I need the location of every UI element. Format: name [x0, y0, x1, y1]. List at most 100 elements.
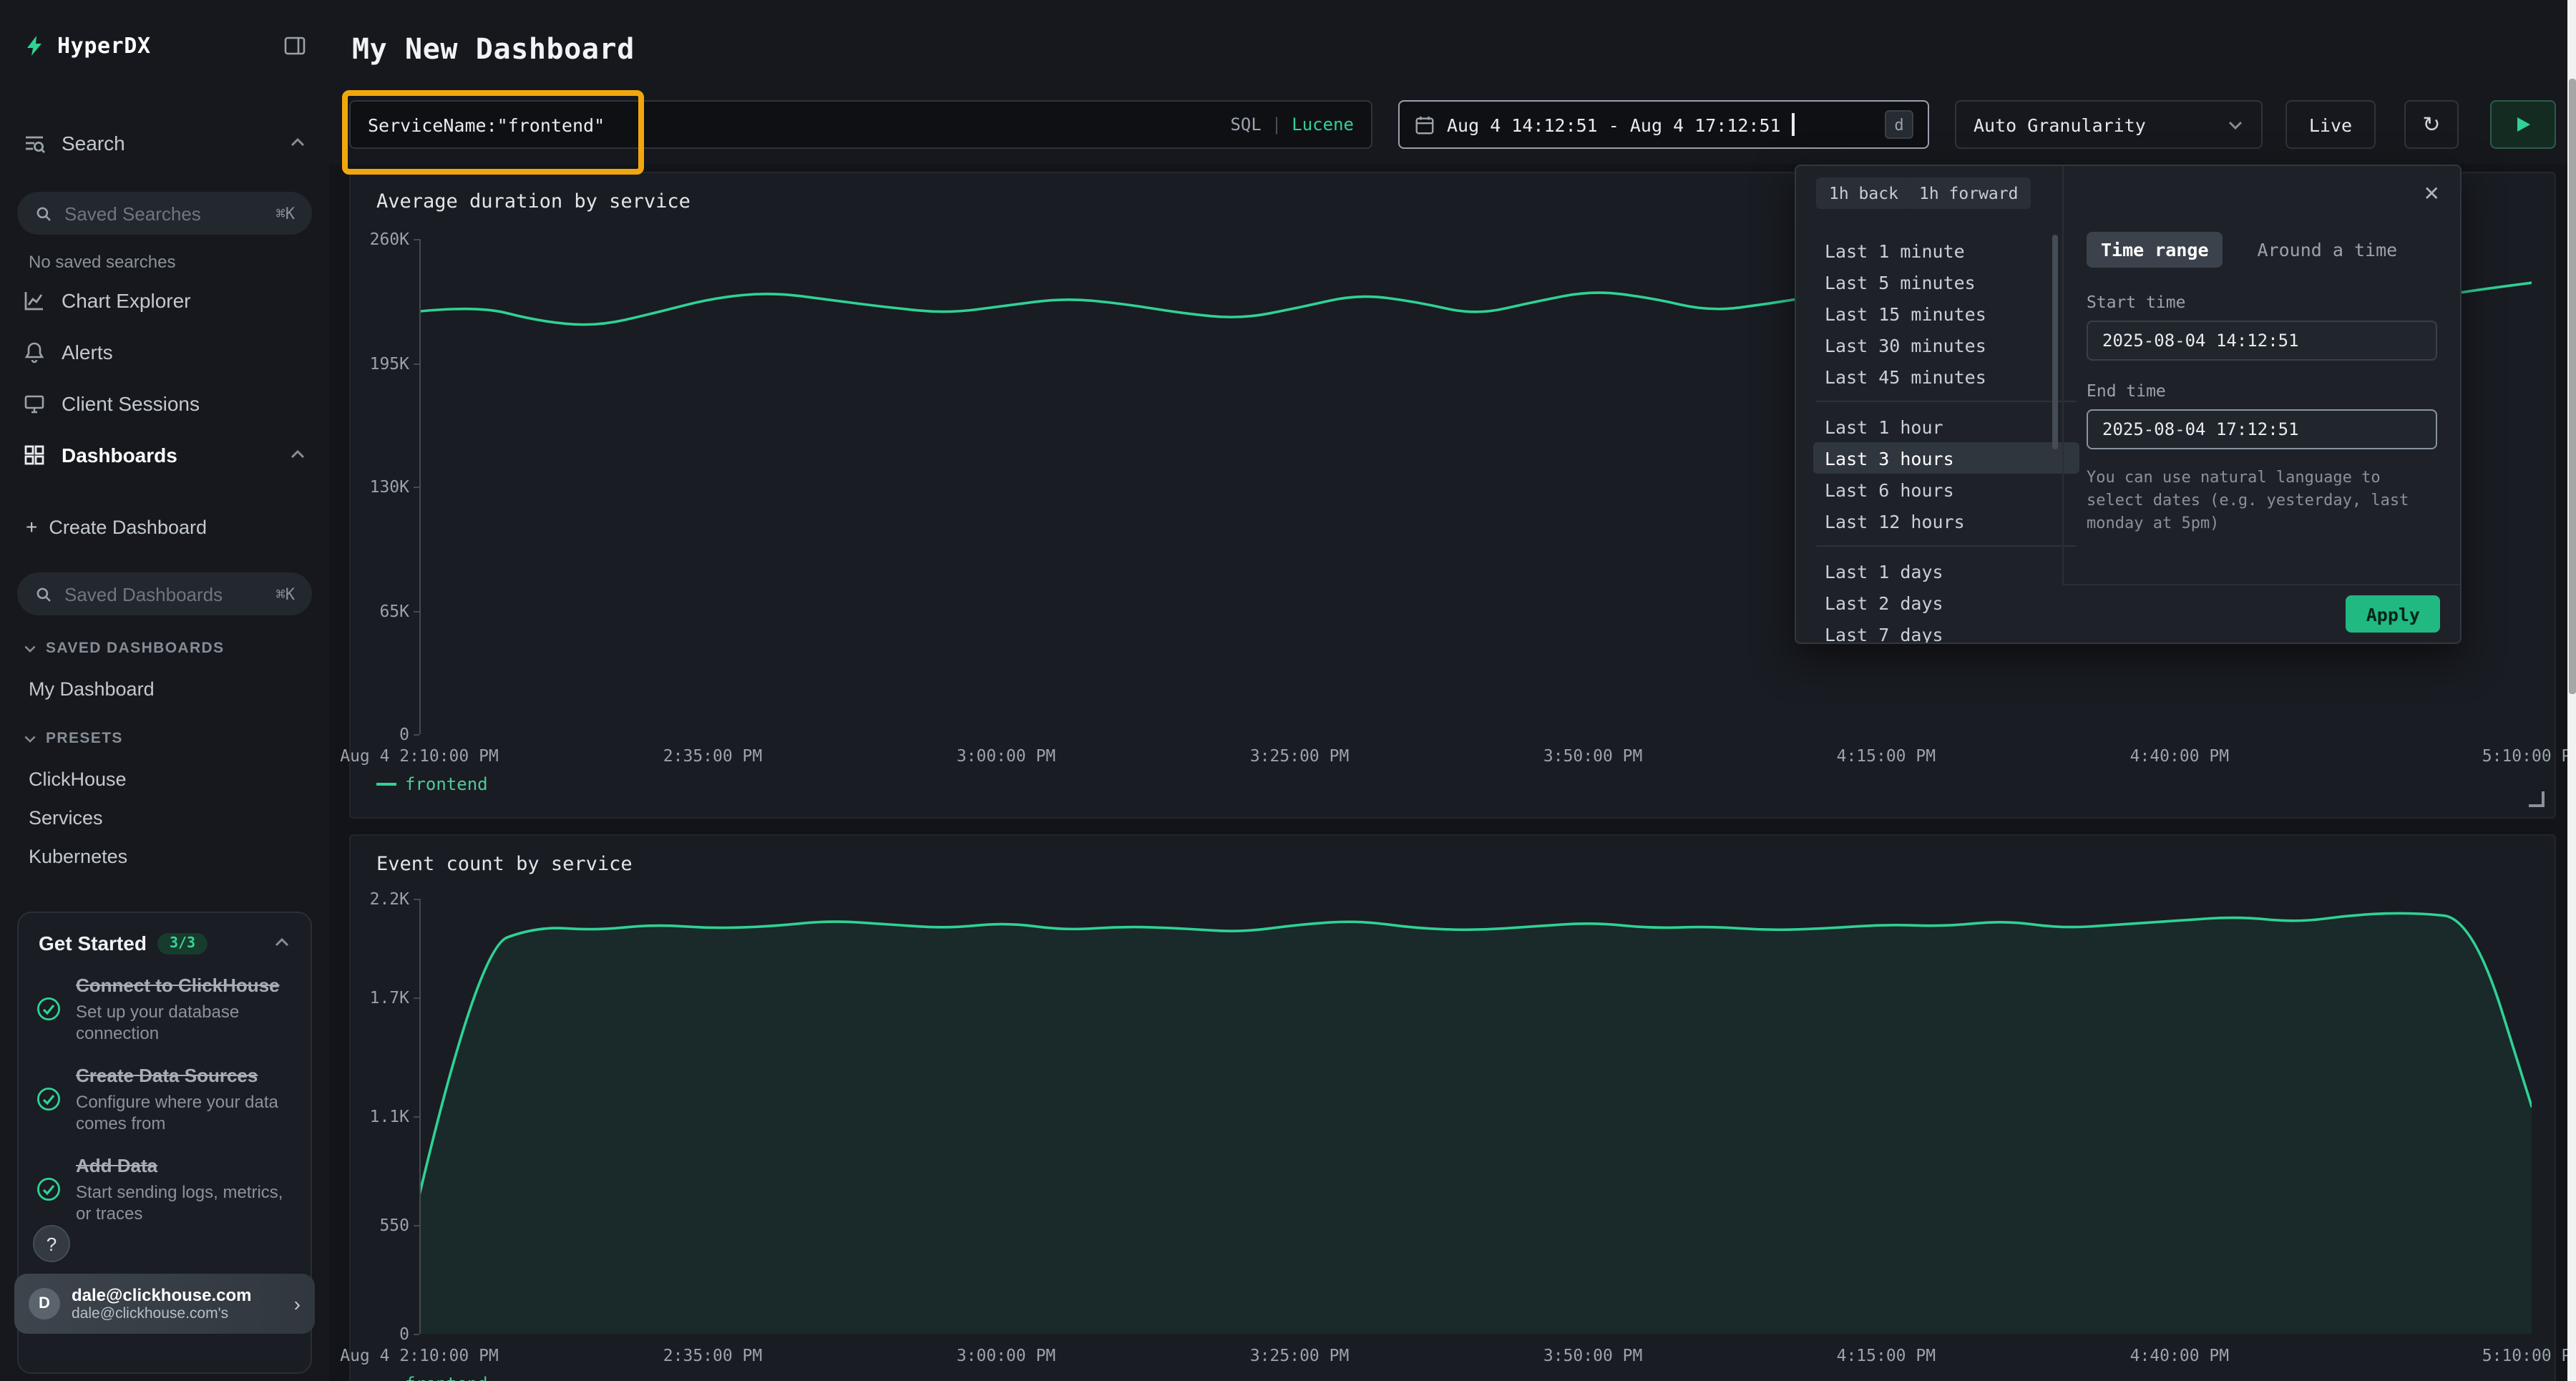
x-tick-label: 3:25:00 PM: [1250, 1345, 1350, 1365]
task-title: Add Data: [76, 1155, 293, 1179]
plus-icon: +: [26, 515, 37, 538]
get-started-progress-badge: 3/3: [158, 932, 207, 954]
chevron-down-icon: [23, 731, 37, 746]
create-dashboard-button[interactable]: + Create Dashboard: [0, 504, 329, 550]
time-range-option[interactable]: Last 30 minutes: [1813, 329, 2079, 361]
scrollbar-thumb[interactable]: [2568, 79, 2575, 694]
check-circle-icon: [36, 997, 62, 1023]
x-tick-label: 3:25:00 PM: [1250, 746, 1350, 766]
start-time-label: Start time: [2087, 292, 2437, 312]
time-range-option[interactable]: Last 7 days: [1813, 618, 2079, 643]
time-range-option[interactable]: Last 5 minutes: [1813, 266, 2079, 298]
get-started-header[interactable]: Get Started 3/3: [19, 913, 311, 963]
end-time-field[interactable]: [2087, 409, 2437, 449]
time-picker-detail-panel: Time range Around a time Start time End …: [2062, 166, 2460, 585]
sidebar-item-chart-explorer[interactable]: Chart Explorer: [0, 275, 329, 326]
time-range-option[interactable]: Last 1 days: [1813, 555, 2079, 587]
task-description: Start sending logs, metrics, or traces: [76, 1181, 293, 1224]
saved-dashboards-section-header[interactable]: SAVED DASHBOARDS: [0, 635, 329, 661]
apply-button[interactable]: Apply: [2346, 595, 2440, 633]
run-query-button[interactable]: [2490, 100, 2556, 149]
sidebar-item-dashboards[interactable]: Dashboards: [0, 429, 329, 481]
sidebar-item-services[interactable]: Services: [0, 799, 329, 837]
shift-1h-back-button[interactable]: 1h back: [1816, 177, 1911, 209]
chart-legend-item[interactable]: frontend: [376, 1374, 488, 1381]
sidebar-item-alerts[interactable]: Alerts: [0, 326, 329, 378]
y-tick-label: 2.2K: [351, 889, 409, 909]
start-time-field[interactable]: [2087, 321, 2437, 361]
time-range-option[interactable]: Last 3 hours: [1813, 442, 2079, 474]
task-title: Connect to ClickHouse: [76, 975, 293, 999]
section-header-label: PRESETS: [46, 730, 123, 747]
chart-panel-event-count: Event count by service frontend 05501.1K…: [349, 834, 2556, 1381]
time-range-list: Last 1 minuteLast 5 minutesLast 15 minut…: [1796, 223, 2097, 643]
x-tick-label: 3:50:00 PM: [1543, 746, 1643, 766]
time-range-option[interactable]: Last 45 minutes: [1813, 361, 2079, 392]
y-tick-label: 0: [351, 1324, 409, 1344]
panel-resize-handle[interactable]: [2529, 791, 2545, 807]
brand-name[interactable]: HyperDX: [57, 33, 272, 59]
get-started-item-add-data[interactable]: Add Data Start sending logs, metrics, or…: [19, 1143, 311, 1234]
page-scrollbar[interactable]: [2567, 0, 2576, 1381]
sidebar-item-clickhouse[interactable]: ClickHouse: [0, 760, 329, 799]
sidebar-item-label: Dashboards: [62, 444, 273, 467]
user-account-menu[interactable]: D dale@clickhouse.com dale@clickhouse.co…: [14, 1274, 315, 1334]
granularity-select[interactable]: Auto Granularity: [1955, 100, 2263, 149]
y-tick-label: 550: [351, 1215, 409, 1235]
end-time-label: End time: [2087, 381, 2437, 401]
saved-searches-input[interactable]: Saved Searches ⌘K: [17, 192, 312, 235]
time-range-option[interactable]: Last 2 days: [1813, 587, 2079, 618]
time-range-option[interactable]: Last 15 minutes: [1813, 298, 2079, 329]
live-button[interactable]: Live: [2285, 100, 2376, 149]
sidebar-item-kubernetes[interactable]: Kubernetes: [0, 837, 329, 876]
chart-title: Average duration by service: [376, 190, 691, 213]
y-tick-mark: [414, 899, 419, 900]
tab-time-range[interactable]: Time range: [2087, 231, 2223, 267]
y-tick-label: 130K: [351, 477, 409, 497]
y-tick-mark: [414, 239, 419, 240]
time-range-option[interactable]: Last 1 hour: [1813, 411, 2079, 442]
x-tick-label: 4:40:00 PM: [2130, 746, 2230, 766]
time-range-input[interactable]: Aug 4 14:12:51 - Aug 4 17:12:51 d: [1398, 100, 1929, 149]
get-started-item-sources[interactable]: Create Data Sources Configure where your…: [19, 1053, 311, 1143]
chevron-down-icon: [2227, 116, 2244, 133]
sql-mode-toggle[interactable]: SQL: [1230, 114, 1261, 135]
x-tick-label: 2:35:00 PM: [663, 746, 763, 766]
presets-section-header[interactable]: PRESETS: [0, 726, 329, 751]
y-tick-mark: [414, 1116, 419, 1118]
time-range-list-scrollbar[interactable]: [2052, 235, 2058, 449]
sidebar-item-search[interactable]: Search: [0, 117, 329, 169]
sidebar-item-label: Search: [62, 132, 273, 155]
hyperdx-logo-icon[interactable]: [23, 34, 46, 57]
collapse-sidebar-icon[interactable]: [283, 34, 306, 57]
lucene-mode-toggle[interactable]: Lucene: [1292, 114, 1354, 135]
time-range-option[interactable]: Last 12 hours: [1813, 505, 2079, 537]
time-range-option[interactable]: Last 1 minute: [1813, 235, 2079, 266]
chevron-up-icon: [289, 446, 306, 464]
get-started-item-connect[interactable]: Connect to ClickHouse Set up your databa…: [19, 963, 311, 1053]
sidebar-item-my-dashboard[interactable]: My Dashboard: [0, 670, 329, 708]
dashboard-link-label: My Dashboard: [29, 678, 155, 700]
shift-1h-forward-button[interactable]: 1h forward: [1906, 177, 2031, 209]
saved-dashboards-input[interactable]: Saved Dashboards ⌘K: [17, 572, 312, 615]
help-button[interactable]: ?: [33, 1225, 70, 1262]
page-title: My New Dashboard: [352, 31, 635, 66]
chart-legend-item[interactable]: frontend: [376, 774, 488, 794]
user-email: dale@clickhouse.com: [72, 1284, 252, 1305]
y-axis-line: [419, 239, 421, 734]
calendar-icon: [1414, 114, 1435, 135]
get-started-card: Get Started 3/3 Connect to ClickHouse Se…: [17, 912, 312, 1374]
sidebar-item-label: Client Sessions: [62, 392, 306, 415]
refresh-button[interactable]: ↻: [2404, 100, 2459, 149]
query-text: ServiceName:"frontend": [368, 114, 1230, 135]
play-icon: [2517, 117, 2529, 132]
tab-around-a-time[interactable]: Around a time: [2243, 231, 2412, 267]
granularity-value: Auto Granularity: [1974, 114, 2146, 135]
filter-bar: ServiceName:"frontend" SQL | Lucene Aug …: [349, 100, 2556, 149]
y-tick-mark: [414, 487, 419, 488]
x-tick-label: 3:00:00 PM: [957, 1345, 1056, 1365]
time-range-option[interactable]: Last 6 hours: [1813, 474, 2079, 505]
sidebar-item-client-sessions[interactable]: Client Sessions: [0, 378, 329, 429]
search-query-input[interactable]: ServiceName:"frontend" SQL | Lucene: [349, 100, 1372, 149]
preset-link-label: Kubernetes: [29, 846, 127, 867]
